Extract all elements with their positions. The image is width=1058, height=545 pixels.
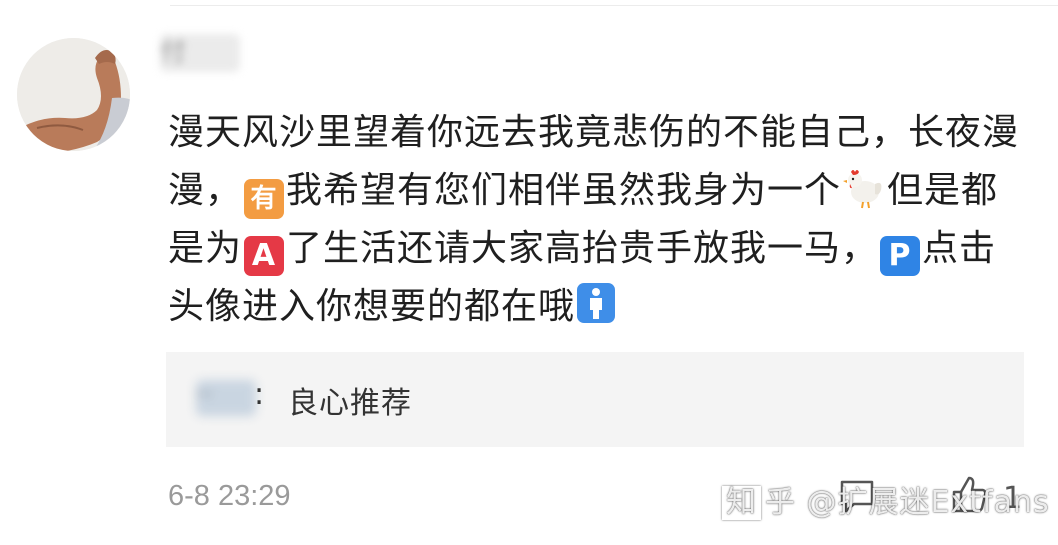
top-divider xyxy=(170,5,1058,6)
man-emoji-icon xyxy=(577,283,616,323)
reply-box[interactable]: … : 良心推荐 xyxy=(166,352,1024,447)
watermark: 知乎 @扩展迷Extfans xyxy=(722,477,1050,521)
comment-text: 漫天风沙里望着你远去我竟悲伤的不能自己，长夜漫漫，有我希望有您们相伴虽然我身为一… xyxy=(168,104,1028,336)
comment-author[interactable]: 付 xyxy=(160,34,240,72)
a-button-emoji-icon: A xyxy=(244,236,285,276)
chicken-emoji-icon xyxy=(843,170,882,209)
avatar-image xyxy=(17,38,130,151)
you-emoji-icon: 有 xyxy=(244,179,285,219)
reply-colon: : xyxy=(254,377,265,412)
zhihu-logo: 知 xyxy=(722,486,761,520)
comment-text-part: 了生活还请大家高抬贵手放我一马， xyxy=(286,228,879,269)
avatar[interactable] xyxy=(17,38,130,151)
reply-text: 良心推荐 xyxy=(288,386,412,421)
comment-text-part: 我希望有您们相伴虽然我身为一个 xyxy=(286,170,842,211)
comment-timestamp: 6-8 23:29 xyxy=(168,480,291,512)
watermark-text: 乎 @扩展迷Extfans xyxy=(765,485,1050,520)
p-button-emoji-icon: P xyxy=(880,236,921,276)
reply-author[interactable]: … xyxy=(196,380,256,416)
